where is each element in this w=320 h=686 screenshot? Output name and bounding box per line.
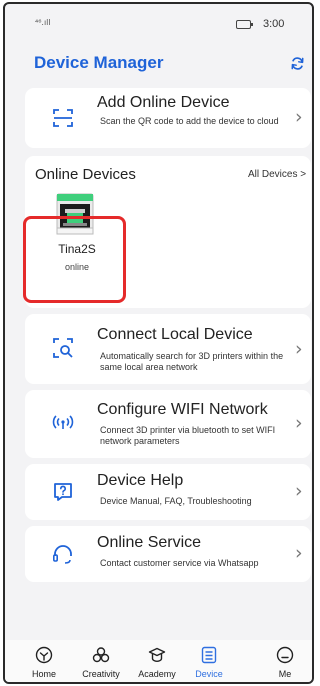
online-devices-title: Online Devices [35,166,136,183]
configure-wifi-description: Connect 3D printer via bluetooth to set … [100,425,276,446]
configure-wifi-title: Configure WIFI Network [97,401,268,418]
tab-academy[interactable]: Academy [127,646,187,679]
chevron-right-icon: › [295,338,303,360]
page-title: Device Manager [34,53,164,72]
tab-me-label: Me [278,669,292,679]
tab-device-label: Device [195,669,223,679]
wifi-icon [52,415,74,429]
chevron-right-icon: › [295,480,303,502]
academy-icon [148,647,166,663]
chevron-right-icon: › [295,542,303,564]
device-help-title: Device Help [97,472,184,489]
chevron-right-icon: › [295,412,303,434]
local-search-icon [53,338,73,358]
tab-device[interactable]: Device [179,646,239,679]
tab-creativity-label: Creativity [82,669,120,679]
tab-creativity[interactable]: Creativity [71,646,131,679]
online-service-card[interactable]: Online Service Contact customer service … [25,526,311,582]
device-help-card[interactable]: Device Help Device Manual, FAQ, Troubles… [25,464,311,520]
chevron-right-icon: › [295,106,303,128]
add-online-device-description: Scan the QR code to add the device to cl… [100,116,279,126]
add-online-device-card[interactable]: Add Online Device Scan the QR code to ad… [25,88,311,148]
home-icon [35,646,53,664]
device-icon [201,646,217,664]
phone-screen: ⁴⁶.ıll 3:00 Device Manager Add Online De… [3,2,314,684]
refresh-icon[interactable] [290,56,305,71]
status-time: 3:00 [263,18,285,30]
profile-icon [276,646,294,664]
headset-icon [52,545,72,564]
tab-home-label: Home [31,669,56,679]
all-devices-link[interactable]: All Devices > [248,169,306,180]
status-bar: ⁴⁶.ıll 3:00 [5,4,312,38]
online-service-description: Contact customer service via Whatsapp [100,558,259,568]
signal-icon: ⁴⁶.ıll [35,18,51,27]
device-help-description: Device Manual, FAQ, Troubleshooting [100,496,252,506]
creativity-icon [92,647,110,663]
configure-wifi-card[interactable]: Configure WIFI Network Connect 3D printe… [25,390,311,458]
selection-highlight [23,216,126,303]
help-icon [54,483,72,501]
scan-icon [53,109,73,127]
tab-academy-label: Academy [138,669,176,679]
connect-local-device-title: Connect Local Device [97,326,253,343]
tab-me[interactable]: Me [255,646,312,679]
title-bar: Device Manager [5,48,312,78]
battery-icon [236,20,253,29]
connect-local-device-description: Automatically search for 3D printers wit… [100,351,284,372]
connect-local-device-card[interactable]: Connect Local Device Automatically searc… [25,314,311,384]
add-online-device-title: Add Online Device [97,94,230,111]
online-service-title: Online Service [97,534,202,551]
bottom-tab-bar: Home Creativity Academy Device Me [5,640,312,682]
tab-home[interactable]: Home [14,646,74,679]
